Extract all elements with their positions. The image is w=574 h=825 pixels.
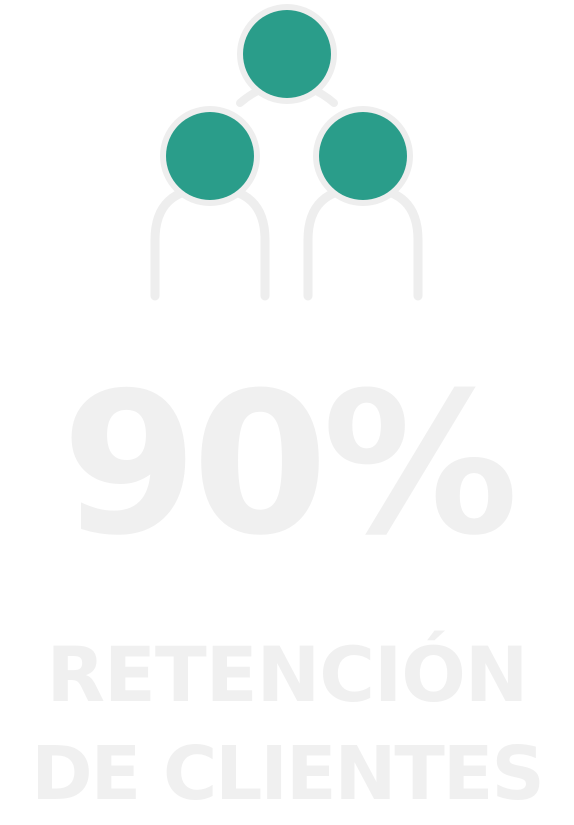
stat-label-line-2: DE CLIENTES — [31, 731, 545, 817]
retention-stat-card: 90% RETENCIÓN DE CLIENTES — [0, 0, 574, 825]
stat-value: 90% — [61, 351, 518, 579]
customers-group-icon — [150, 4, 423, 301]
left-person-head — [166, 112, 254, 200]
right-person-head — [319, 112, 407, 200]
top-person-head — [243, 10, 331, 98]
stat-label-line-1: RETENCIÓN — [46, 630, 528, 719]
